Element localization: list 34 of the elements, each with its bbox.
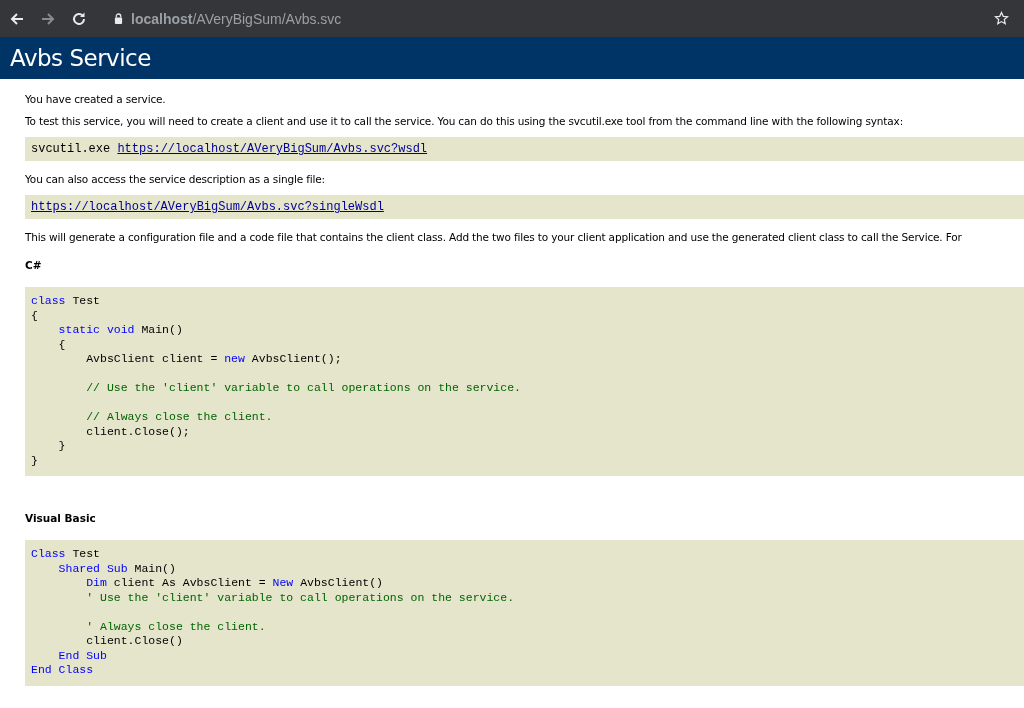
section-heading: C# <box>25 259 43 271</box>
code-line: // Use the 'client' variable to call operations on the service. <box>86 381 521 394</box>
paragraph: To test this service, you will need to create a client and use it to call the service. You can do this using the svcutil.exe tool from the command line with the following syntax: <box>25 115 904 127</box>
code-line: Dim client As AvbsClient = New AvbsClient() <box>86 576 383 589</box>
code-line: Shared Sub Main() <box>58 561 176 575</box>
code-line: class Test <box>31 294 101 307</box>
code-line: } <box>58 439 66 452</box>
code-line: ' Always close the client. <box>86 619 266 633</box>
code-line: AvbsClient client = new AvbsClient(); <box>86 352 342 365</box>
paragraph: This will generate a configuration file and a code file that contains the client class. Add the two files to your client application and use the generated client class to call the Service. For <box>25 231 963 243</box>
code-line: End Class <box>31 663 94 676</box>
code-line: { <box>31 308 38 322</box>
code-line: client.Close() <box>86 634 183 647</box>
code-line: } <box>31 453 38 467</box>
code-line: { <box>58 337 66 351</box>
paragraph: You can also access the service description as a single file: <box>25 173 326 185</box>
code-line: ' Use the 'client' variable to call operations on the service. <box>86 590 515 604</box>
forward-icon[interactable] <box>40 10 56 27</box>
wsdl-link[interactable]: https://localhost/AVeryBigSum/Avbs.svc?wsdl <box>117 142 428 156</box>
wsdl-link[interactable]: https://localhost/AVeryBigSum/Avbs.svc?singleWsdl <box>31 200 384 214</box>
code-line: static void Main() <box>58 323 183 336</box>
code-line: // Always close the client. <box>86 410 273 423</box>
address-field[interactable]: localhost/AVeryBigSum/Avbs.svc <box>131 10 342 27</box>
code-line: Class Test <box>31 547 101 560</box>
paragraph: You have created a service. <box>25 93 167 105</box>
code-line: client.Close(); <box>86 424 190 438</box>
lock-icon <box>114 13 123 24</box>
back-icon[interactable] <box>9 10 25 27</box>
section-heading: Visual Basic <box>25 512 97 524</box>
star-icon[interactable] <box>994 11 1009 26</box>
page-title: Avbs Service <box>10 45 151 71</box>
command-text: svcutil.exe <box>31 142 111 156</box>
code-line: End Sub <box>58 648 107 662</box>
reload-icon[interactable] <box>71 10 87 27</box>
